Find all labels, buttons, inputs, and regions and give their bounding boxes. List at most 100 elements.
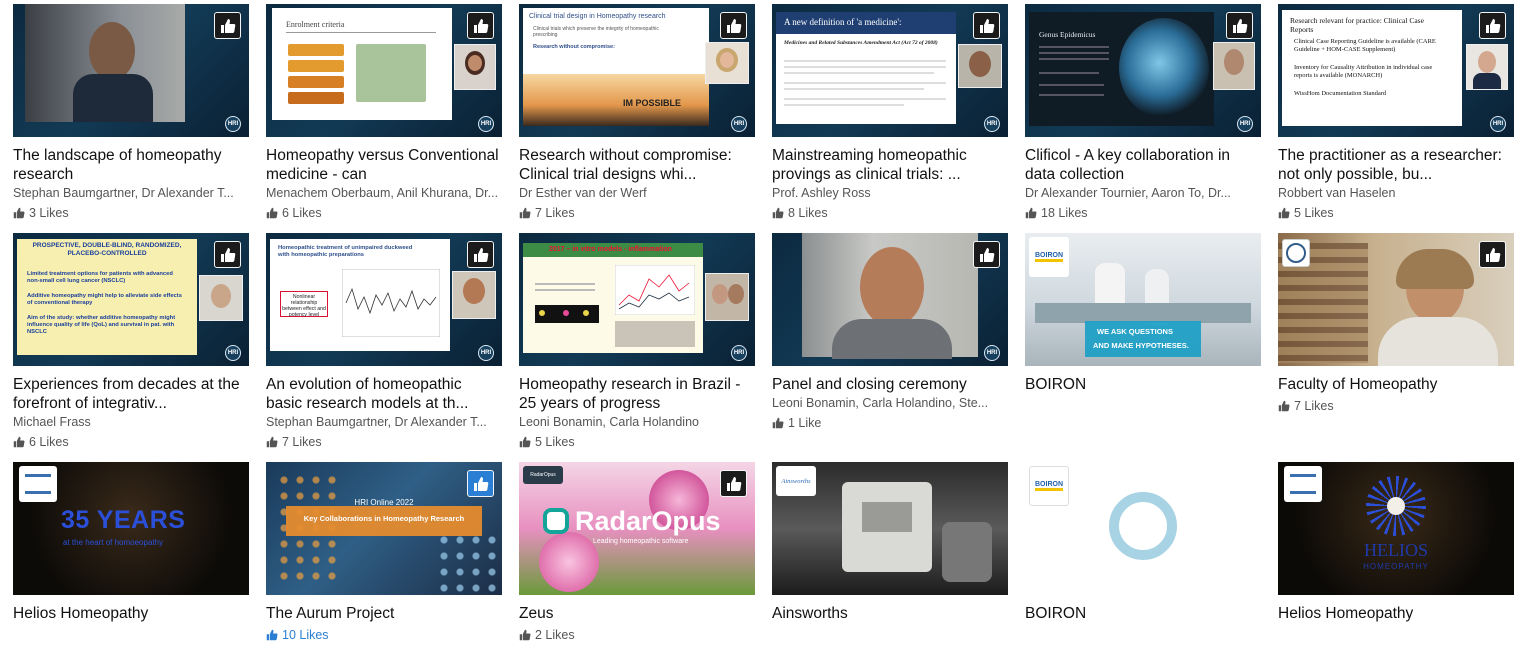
session-card[interactable]: Genus Epidemicus HRI Clificol - A key co… xyxy=(1025,4,1261,233)
session-grid: HRI The landscape of homeopathy research… xyxy=(13,4,1514,652)
presentation-slide: Enrolment criteria xyxy=(272,8,452,120)
like-button[interactable] xyxy=(720,12,747,39)
session-title[interactable]: Mainstreaming homeopathic provings as cl… xyxy=(772,146,1008,184)
session-title[interactable]: The practitioner as a researcher: not on… xyxy=(1278,146,1514,184)
sponsor-card[interactable]: HELIOS HOMEOPATHY Helios Homeopathy xyxy=(1278,462,1514,652)
slide-image-word: IM POSSIBLE xyxy=(623,98,682,108)
like-button[interactable] xyxy=(973,241,1000,268)
session-thumbnail[interactable]: PROSPECTIVE, DOUBLE-BLIND, RANDOMIZED, P… xyxy=(13,233,249,366)
session-title[interactable]: Clificol - A key collaboration in data c… xyxy=(1025,146,1261,184)
like-button[interactable] xyxy=(720,470,747,497)
sponsor-thumbnail[interactable]: HRI Online 2022 Key Collaborations in Ho… xyxy=(266,462,502,595)
session-title[interactable]: Research without compromise: Clinical tr… xyxy=(519,146,755,184)
session-card[interactable]: PROSPECTIVE, DOUBLE-BLIND, RANDOMIZED, P… xyxy=(13,233,249,462)
thumbs-up-icon xyxy=(1485,18,1500,33)
sponsor-thumbnail[interactable]: 35 YEARS at the heart of homoeopathy xyxy=(13,462,249,595)
banner-line: HRI Online 2022 xyxy=(354,498,414,507)
sponsor-card[interactable]: RadarOpus RadarOpus Leading homeopathic … xyxy=(519,462,755,652)
likes-label: 8 Likes xyxy=(788,206,828,220)
like-button[interactable] xyxy=(214,12,241,39)
sponsor-title[interactable]: BOIRON xyxy=(1025,604,1261,623)
like-button[interactable] xyxy=(1226,12,1253,39)
likes-label: 1 Like xyxy=(788,416,822,430)
thumbs-up-icon xyxy=(726,18,741,33)
session-thumbnail[interactable]: 2017 – in vitro models - inflammation HR… xyxy=(519,233,755,366)
presentation-slide: Homeopathic treatment of unimpaired duck… xyxy=(270,239,450,351)
session-thumbnail[interactable]: Enrolment criteria HRI xyxy=(266,4,502,137)
thumbs-up-icon xyxy=(1485,247,1500,262)
sponsor-thumbnail[interactable]: BOIRON WE ASK QUESTIONS AND MAKE HYPOTHE… xyxy=(1025,233,1261,366)
thumbs-up-icon xyxy=(266,207,278,219)
likes-count: 5 Likes xyxy=(519,434,755,450)
sponsor-title[interactable]: Faculty of Homeopathy xyxy=(1278,375,1514,394)
banner-big-text: 35 YEARS xyxy=(61,506,186,534)
session-thumbnail[interactable]: Genus Epidemicus HRI xyxy=(1025,4,1261,137)
presentation-slide: 2017 – in vitro models - inflammation xyxy=(523,243,703,353)
sponsor-title[interactable]: Helios Homeopathy xyxy=(1278,604,1514,623)
likes-label: 2 Likes xyxy=(535,628,575,642)
sponsor-title[interactable]: Helios Homeopathy xyxy=(13,604,249,623)
thumbs-up-icon xyxy=(979,247,994,262)
sponsor-thumbnail[interactable]: RadarOpus RadarOpus Leading homeopathic … xyxy=(519,462,755,595)
session-thumbnail[interactable]: HRI xyxy=(13,4,249,137)
session-card[interactable]: Clinical trial design in Homeopathy rese… xyxy=(519,4,755,233)
session-title[interactable]: An evolution of homeopathic basic resear… xyxy=(266,375,502,413)
like-button[interactable] xyxy=(467,12,494,39)
session-speakers: Dr Esther van der Werf xyxy=(519,186,647,200)
banner-line: Key Collaborations in Homeopathy Researc… xyxy=(303,514,465,523)
session-speakers: Dr Alexander Tournier, Aaron To, Dr... xyxy=(1025,186,1231,200)
slide-title: Clinical trial design in Homeopathy rese… xyxy=(529,13,666,20)
like-button[interactable] xyxy=(467,470,494,497)
session-title[interactable]: Homeopathy research in Brazil - 25 years… xyxy=(519,375,755,413)
session-title[interactable]: Experiences from decades at the forefron… xyxy=(13,375,249,413)
presentation-slide: PROSPECTIVE, DOUBLE-BLIND, RANDOMIZED, P… xyxy=(17,239,197,355)
session-card[interactable]: A new definition of 'a medicine': Medici… xyxy=(772,4,1008,233)
sponsor-card[interactable]: BOIRON BOIRON xyxy=(1025,462,1261,652)
session-thumbnail[interactable]: Research relevant for practice: Clinical… xyxy=(1278,4,1514,137)
sponsor-title[interactable]: Zeus xyxy=(519,604,755,623)
sponsor-card[interactable]: 35 YEARS at the heart of homoeopathy Hel… xyxy=(13,462,249,652)
like-button[interactable] xyxy=(214,241,241,268)
likes-count: 10 Likes xyxy=(266,627,502,643)
banner-line: WE ASK QUESTIONS xyxy=(1097,327,1173,336)
sponsor-thumbnail[interactable]: HELIOS HOMEOPATHY xyxy=(1278,462,1514,595)
like-button[interactable] xyxy=(1479,241,1506,268)
like-button[interactable] xyxy=(467,241,494,268)
thumbs-up-icon xyxy=(1232,18,1247,33)
session-thumbnail[interactable]: Homeopathic treatment of unimpaired duck… xyxy=(266,233,502,366)
sponsor-title[interactable]: BOIRON xyxy=(1025,375,1261,394)
session-card[interactable]: HRI Panel and closing ceremony Leoni Bon… xyxy=(772,233,1008,462)
hri-badge: HRI xyxy=(1490,116,1506,132)
session-card[interactable]: Enrolment criteria HRI Homeopathy versus… xyxy=(266,4,502,233)
brand-word: HOMEOPATHY xyxy=(1363,562,1429,571)
session-card[interactable]: Research relevant for practice: Clinical… xyxy=(1278,4,1514,233)
session-speakers: Michael Frass xyxy=(13,415,91,429)
likes-count: 7 Likes xyxy=(519,205,755,221)
presenter-video xyxy=(705,273,749,321)
thumbs-up-icon xyxy=(772,417,784,429)
sponsor-title[interactable]: The Aurum Project xyxy=(266,604,502,623)
ainsworths-logo: Ainsworths xyxy=(776,466,816,496)
sponsor-title[interactable]: Ainsworths xyxy=(772,604,1008,623)
session-title[interactable]: The landscape of homeopathy research xyxy=(13,146,249,184)
sponsor-thumbnail[interactable]: BOIRON xyxy=(1025,462,1261,595)
session-title[interactable]: Panel and closing ceremony xyxy=(772,375,1008,394)
session-title[interactable]: Homeopathy versus Conventional medicine … xyxy=(266,146,502,184)
sponsor-card[interactable]: HRI Online 2022 Key Collaborations in Ho… xyxy=(266,462,502,652)
brand-name: RadarOpus xyxy=(575,506,721,536)
sponsor-thumbnail[interactable] xyxy=(1278,233,1514,366)
like-button[interactable] xyxy=(973,12,1000,39)
session-thumbnail[interactable]: A new definition of 'a medicine': Medici… xyxy=(772,4,1008,137)
session-speakers: Menachem Oberbaum, Anil Khurana, Dr... xyxy=(266,186,499,200)
session-card[interactable]: HRI The landscape of homeopathy research… xyxy=(13,4,249,233)
session-card[interactable]: Homeopathic treatment of unimpaired duck… xyxy=(266,233,502,462)
sponsor-thumbnail[interactable]: Ainsworths xyxy=(772,462,1008,595)
slide-bullet: Inventory for Causality Attribution in i… xyxy=(1294,64,1433,79)
sponsor-card[interactable]: Ainsworths Ainsworths xyxy=(772,462,1008,652)
like-button[interactable] xyxy=(1479,12,1506,39)
session-card[interactable]: 2017 – in vitro models - inflammation HR… xyxy=(519,233,755,462)
sponsor-card[interactable]: BOIRON WE ASK QUESTIONS AND MAKE HYPOTHE… xyxy=(1025,233,1261,462)
sponsor-card[interactable]: Faculty of Homeopathy 7 Likes xyxy=(1278,233,1514,462)
session-thumbnail[interactable]: Clinical trial design in Homeopathy rese… xyxy=(519,4,755,137)
session-thumbnail[interactable]: HRI xyxy=(772,233,1008,366)
